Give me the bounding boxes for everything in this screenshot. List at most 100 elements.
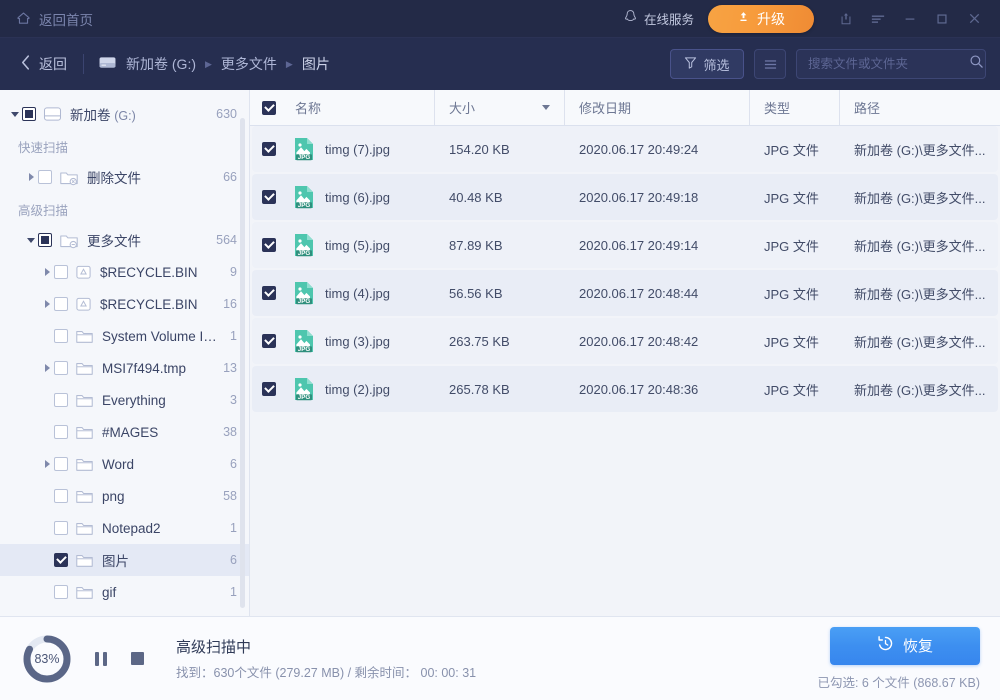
chevron-right-icon[interactable] [45,268,50,276]
file-name: timg (6).jpg [325,190,390,205]
home-button[interactable]: 返回首页 [16,9,93,29]
column-header-type[interactable]: 类型 [750,90,840,125]
row-checkbox[interactable] [262,382,276,396]
back-button[interactable]: 返回 [14,54,67,74]
tree-node-label: gif [102,585,222,600]
tree-node-jpg[interactable]: jpg39 [0,608,249,616]
folder-icon [75,424,94,440]
tree-checkbox[interactable] [54,553,68,567]
tree-checkbox[interactable] [22,107,36,121]
maximize-icon[interactable] [926,4,958,34]
tree-node-System Volume Inf...[interactable]: System Volume Inf...1 [0,320,249,352]
tree-node-count: 58 [223,489,237,503]
list-view-icon[interactable] [754,49,786,79]
online-service-button[interactable]: 在线服务 [623,9,694,28]
chevron-right-icon[interactable] [29,173,34,181]
tree-node-Notepad2[interactable]: Notepad21 [0,512,249,544]
column-header-name[interactable]: 名称 [250,90,435,125]
upgrade-label: 升级 [757,9,785,29]
scan-status-detail: 找到：630个文件 (279.27 MB) / 剩余时间： 00: 00: 31 [176,662,476,681]
tree-checkbox[interactable] [54,297,68,311]
export-icon[interactable] [830,4,862,34]
tree-node-MSI7f494.tmp[interactable]: MSI7f494.tmp 13 [0,352,249,384]
stop-icon[interactable] [126,648,148,670]
tree-checkbox[interactable] [38,170,52,184]
table-row[interactable]: JPGtimg (7).jpg154.20 KB2020.06.17 20:49… [252,126,998,172]
tree-node-label: 图片 [102,550,222,570]
table-row[interactable]: JPGtimg (3).jpg263.75 KB2020.06.17 20:48… [252,318,998,364]
tree-checkbox[interactable] [54,425,68,439]
content-area: 新加卷 (G:)630快速扫描删除文件66高级扫描更多文件564$RECYCLE… [0,90,1000,616]
tree-node-label: MSI7f494.tmp [102,361,215,376]
jpg-file-icon: JPG [293,377,315,401]
tree-node-count: 13 [223,361,237,375]
breadcrumb-arrow: ▶ [205,59,212,70]
minimize-icon[interactable] [894,4,926,34]
chevron-right-icon[interactable] [45,300,50,308]
column-header-size[interactable]: 大小 [435,90,565,125]
home-icon [16,11,31,26]
row-checkbox[interactable] [262,142,276,156]
table-row[interactable]: JPGtimg (4).jpg56.56 KB2020.06.17 20:48:… [252,270,998,316]
tree-checkbox[interactable] [54,489,68,503]
tree-node-$RECYCLE.BIN[interactable]: $RECYCLE.BIN9 [0,256,249,288]
filter-button[interactable]: 筛选 [670,49,744,79]
tree-node-图片[interactable]: 图片6 [0,544,249,576]
tree-node-gif[interactable]: gif1 [0,576,249,608]
table-row[interactable]: JPGtimg (6).jpg40.48 KB2020.06.17 20:49:… [252,174,998,220]
menu-icon[interactable] [862,4,894,34]
title-bar: 返回首页 在线服务 升级 [0,0,1000,38]
select-all-checkbox[interactable] [262,101,276,115]
table-row[interactable]: JPGtimg (2).jpg265.78 KB2020.06.17 20:48… [252,366,998,412]
search-input[interactable] [808,57,969,71]
tree-node-#MAGES[interactable]: #MAGES38 [0,416,249,448]
app-window: 返回首页 在线服务 升级 [0,0,1000,700]
tree-node-Word[interactable]: Word6 [0,448,249,480]
breadcrumb-item-0[interactable]: 新加卷 (G:) [126,54,196,74]
sort-descending-icon [542,105,550,110]
pause-icon[interactable] [90,648,112,670]
search-box[interactable] [796,49,986,79]
chevron-down-icon[interactable] [27,238,35,243]
table-row[interactable]: JPGtimg (5).jpg87.89 KB2020.06.17 20:49:… [252,222,998,268]
cell-size: 154.20 KB [435,142,565,157]
upgrade-button[interactable]: 升级 [708,5,814,33]
row-checkbox[interactable] [262,190,276,204]
tree-node-删除文件[interactable]: 删除文件66 [0,161,249,193]
tree-node-$RECYCLE.BIN[interactable]: $RECYCLE.BIN16 [0,288,249,320]
recover-button[interactable]: 恢复 [830,627,980,665]
status-bar: 83% 高级扫描中 找到：630个文件 (279.27 MB) / 剩余时间： … [0,616,1000,700]
sidebar-scrollbar[interactable] [240,118,245,608]
row-checkbox[interactable] [262,238,276,252]
chevron-right-icon[interactable] [45,364,50,372]
tree-checkbox[interactable] [54,361,68,375]
tree-checkbox[interactable] [38,233,52,247]
chevron-right-icon[interactable] [45,460,50,468]
breadcrumb-item-2[interactable]: 图片 [302,54,330,74]
tree-checkbox[interactable] [54,585,68,599]
breadcrumb-item-1[interactable]: 更多文件 [221,54,277,74]
tree-node-root[interactable]: 新加卷 (G:)630 [0,98,249,130]
tree-checkbox[interactable] [54,265,68,279]
jpg-file-icon: JPG [293,137,315,161]
cell-path: 新加卷 (G:)\更多文件... [840,380,998,399]
row-checkbox[interactable] [262,286,276,300]
column-header-date[interactable]: 修改日期 [565,90,750,125]
tree-checkbox[interactable] [54,457,68,471]
tree-node-label: 更多文件 [87,230,208,250]
row-checkbox[interactable] [262,334,276,348]
tree-node-Everything[interactable]: Everything3 [0,384,249,416]
cell-date: 2020.06.17 20:49:24 [565,142,750,157]
search-icon[interactable] [969,54,984,74]
tree-checkbox[interactable] [54,521,68,535]
close-icon[interactable] [958,4,990,34]
chevron-down-icon[interactable] [11,112,19,117]
tree-checkbox[interactable] [54,329,68,343]
cell-path: 新加卷 (G:)\更多文件... [840,140,998,159]
column-header-path[interactable]: 路径 [840,90,1000,125]
tree-checkbox[interactable] [54,393,68,407]
cell-name: JPGtimg (5).jpg [252,233,435,257]
tree-node-png[interactable]: png58 [0,480,249,512]
tree-node-更多文件[interactable]: 更多文件564 [0,224,249,256]
file-name: timg (3).jpg [325,334,390,349]
